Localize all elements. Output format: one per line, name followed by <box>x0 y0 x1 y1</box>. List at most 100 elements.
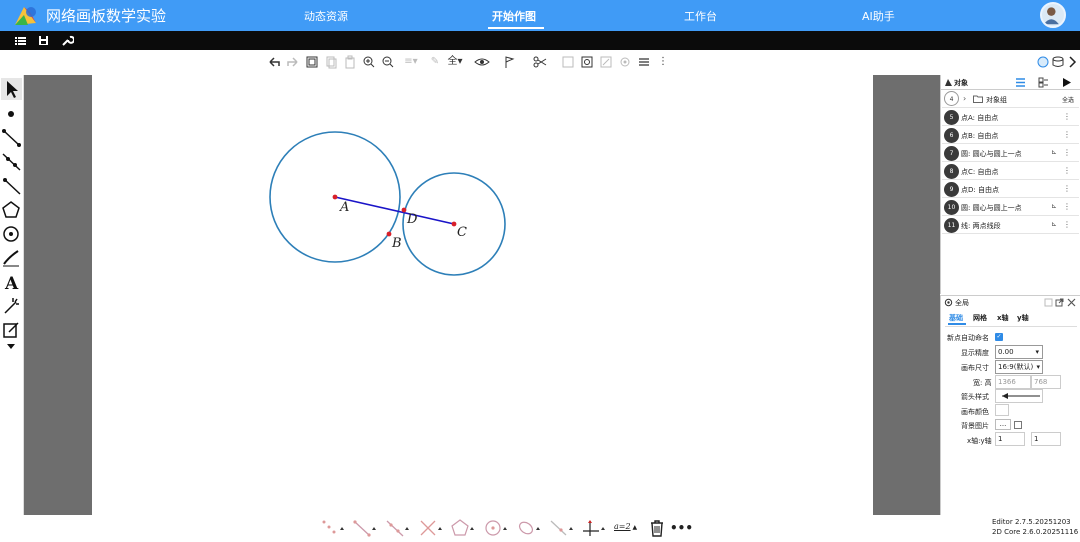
style-icon[interactable]: ⊾ <box>1051 220 1057 228</box>
geometry-figure[interactable]: A B C D <box>92 75 873 515</box>
line-tool-icon[interactable] <box>1 151 22 173</box>
text-tool-icon[interactable]: A <box>1 271 22 293</box>
edit-tool-icon[interactable] <box>1 319 22 341</box>
precision-select[interactable]: 0.00 ▾ <box>995 345 1043 359</box>
copy-icon[interactable] <box>324 54 338 70</box>
more-icon[interactable]: ••• <box>670 518 693 538</box>
sliders-icon[interactable] <box>637 54 651 70</box>
object-row-11[interactable]: 11 线: 两点线段 ⊾ ⋮ <box>942 217 1079 234</box>
redo-icon[interactable] <box>286 54 300 70</box>
tools-expand-icon[interactable] <box>1 341 22 353</box>
canvas-color-swatch[interactable] <box>995 404 1009 416</box>
object-row-10[interactable]: 10 圆: 圆心与圆上一点 ⊾ ⋮ <box>942 199 1079 216</box>
copy-icon[interactable] <box>1044 298 1053 307</box>
list-menu-icon[interactable] <box>14 34 28 47</box>
play-icon[interactable] <box>1061 77 1072 88</box>
style-brush-icon[interactable]: ✎ <box>428 54 442 70</box>
more-vertical-icon[interactable]: ⋮ <box>1063 220 1071 229</box>
close-icon[interactable] <box>1067 298 1076 307</box>
auto-name-checkbox[interactable]: ✓ <box>995 333 1003 341</box>
object-group-row[interactable]: 4 › 对象组 全选 <box>942 90 1079 108</box>
avatar[interactable] <box>1040 2 1066 28</box>
more-vertical-icon[interactable]: ⋮ <box>1063 148 1071 157</box>
database-icon[interactable] <box>1051 54 1065 70</box>
list-view-icon[interactable] <box>1015 77 1026 88</box>
tab-ai-assistant[interactable]: AI助手 <box>862 8 895 24</box>
tab-start-drawing[interactable]: 开始作图 <box>492 8 536 24</box>
refresh-icon[interactable] <box>580 54 594 70</box>
vector-tool-icon[interactable] <box>549 518 575 538</box>
zoom-out-icon[interactable] <box>381 54 395 70</box>
chevron-right-icon[interactable]: › <box>963 94 966 103</box>
tab-y-axis[interactable]: y轴 <box>1017 313 1029 323</box>
filter-dropdown[interactable]: 全▾ <box>442 54 468 70</box>
save-icon[interactable] <box>37 34 51 47</box>
line-tool-icon[interactable] <box>385 518 411 538</box>
zoom-in-icon[interactable] <box>362 54 376 70</box>
align-dropdown-icon[interactable]: ≡▾ <box>401 54 421 70</box>
more-vertical-icon[interactable]: ⋮ <box>658 54 668 70</box>
edit-icon[interactable] <box>599 54 613 70</box>
canvas-size-select[interactable]: 16:9(默认) ▾ <box>995 360 1043 374</box>
undo-icon[interactable] <box>267 54 281 70</box>
more-vertical-icon[interactable]: ⋮ <box>1063 166 1071 175</box>
segment-tool-icon[interactable] <box>352 518 378 538</box>
tab-dynamic-resources[interactable]: 动态资源 <box>304 8 348 24</box>
object-row-9[interactable]: 9 点D: 自由点 ⋮ <box>942 181 1079 198</box>
width-input[interactable]: 1366 <box>995 375 1031 389</box>
tab-x-axis[interactable]: x轴 <box>997 313 1009 323</box>
drawing-canvas[interactable]: A B C D <box>92 75 873 515</box>
axis-tool-icon[interactable] <box>581 518 607 538</box>
x-ratio-input[interactable]: 1 <box>995 432 1025 446</box>
point-b[interactable] <box>386 231 392 237</box>
transform-tool-icon[interactable] <box>1 295 22 317</box>
object-row-8[interactable]: 8 点C: 自由点 ⋮ <box>942 163 1079 180</box>
tab-workbench[interactable]: 工作台 <box>684 8 717 24</box>
layers-blue-icon[interactable] <box>1036 54 1050 70</box>
style-icon[interactable]: ⊾ <box>1051 148 1057 156</box>
object-row-6[interactable]: 6 点B: 自由点 ⋮ <box>942 127 1079 144</box>
circle-tool-icon[interactable] <box>483 518 509 538</box>
scissors-icon[interactable] <box>532 54 552 70</box>
ray-tool-icon[interactable] <box>1 175 22 197</box>
y-ratio-input[interactable]: 1 <box>1031 432 1061 446</box>
points-tool-icon[interactable] <box>320 518 346 538</box>
trash-icon[interactable] <box>648 518 666 538</box>
arc-tool-icon[interactable] <box>516 518 542 538</box>
point-a[interactable] <box>332 194 338 200</box>
more-vertical-icon[interactable]: ⋮ <box>1063 184 1071 193</box>
more-vertical-icon[interactable]: ⋮ <box>1063 130 1071 139</box>
more-vertical-icon[interactable]: ⋮ <box>1063 112 1071 121</box>
style-icon[interactable]: ⊾ <box>1051 202 1057 210</box>
object-row-5[interactable]: 5 点A: 自由点 ⋮ <box>942 109 1079 126</box>
chevron-right-icon[interactable] <box>1066 54 1080 70</box>
polygon-tool-icon[interactable] <box>1 199 22 221</box>
height-input[interactable]: 768 <box>1031 375 1061 389</box>
point-c[interactable] <box>451 221 457 227</box>
background-image-checkbox[interactable] <box>1014 421 1022 429</box>
pen-tool-icon[interactable] <box>1 247 22 269</box>
eye-icon[interactable] <box>474 54 492 70</box>
arrow-style-select[interactable] <box>995 389 1043 403</box>
background-image-button[interactable]: ... <box>995 419 1011 430</box>
tab-basic[interactable]: 基础 <box>949 313 963 323</box>
paste-icon[interactable] <box>343 54 357 70</box>
wrench-icon[interactable] <box>60 34 74 47</box>
pointer-icon[interactable] <box>1 78 22 100</box>
segment-tool-icon[interactable] <box>1 127 22 149</box>
group-icon[interactable] <box>561 54 575 70</box>
grid-view-icon[interactable] <box>1038 77 1049 88</box>
select-all-button[interactable]: 全选 <box>1062 95 1074 104</box>
polygon-tool-icon[interactable] <box>450 518 476 538</box>
settings-icon[interactable] <box>618 54 632 70</box>
circle-tool-icon[interactable] <box>1 223 22 245</box>
object-row-7[interactable]: 7 圆: 圆心与圆上一点 ⊾ ⋮ <box>942 145 1079 162</box>
formula-tool[interactable]: a=2 ▲ <box>614 518 644 538</box>
snapshot-icon[interactable] <box>305 54 319 70</box>
more-vertical-icon[interactable]: ⋮ <box>1063 202 1071 211</box>
flag-icon[interactable] <box>503 54 521 70</box>
point-d[interactable] <box>401 207 407 213</box>
segment-ac[interactable] <box>334 196 455 225</box>
tab-grid[interactable]: 网格 <box>973 313 987 323</box>
intersect-tool-icon[interactable] <box>418 518 444 538</box>
